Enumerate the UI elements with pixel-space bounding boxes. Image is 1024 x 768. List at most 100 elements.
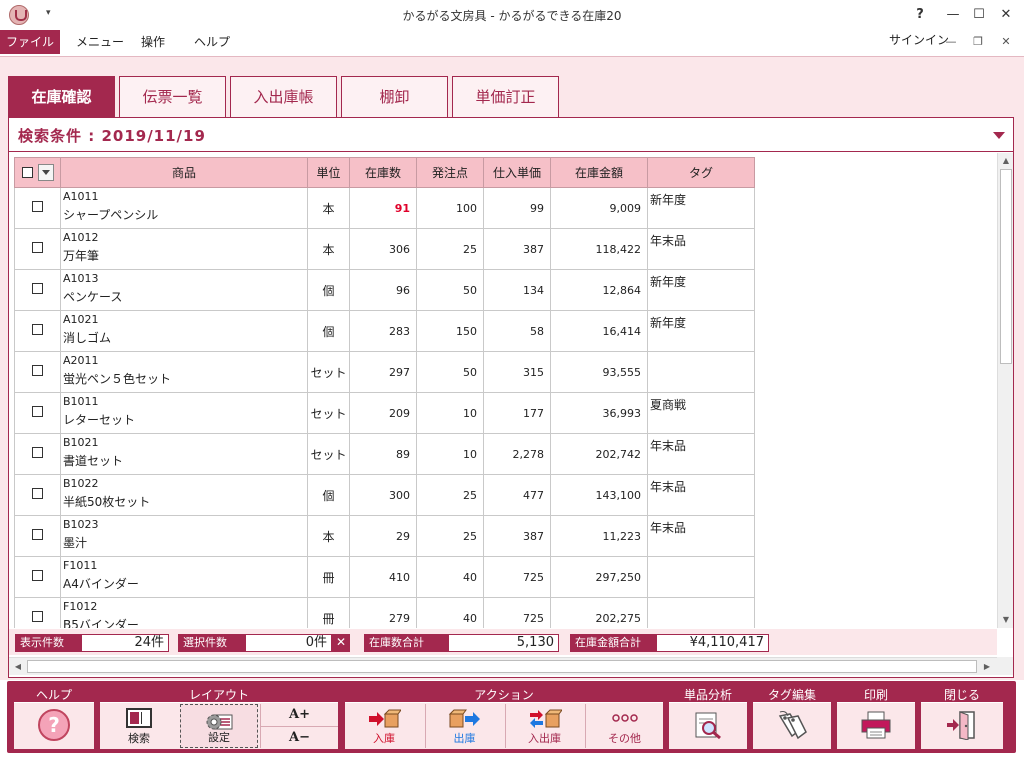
doc-minimize-button[interactable]: — [941, 33, 961, 51]
row-checkbox[interactable] [32, 611, 43, 622]
search-condition-label: 検索条件 : 2019/11/19 [18, 127, 206, 145]
search-button-label: 検索 [128, 732, 150, 745]
table-row[interactable]: A1011 シャープペンシル 本 91 100 99 9,009 新年度 [14, 187, 755, 229]
table-row[interactable]: B1021 書道セット セット 89 10 2,278 202,742 年末品 [14, 433, 755, 475]
product-cell: B1021 書道セット [60, 433, 308, 475]
table-row[interactable]: B1023 墨汁 本 29 25 387 11,223 年末品 [14, 515, 755, 557]
vertical-scrollbar[interactable]: ▲ ▼ [997, 153, 1013, 628]
product-name: 書道セット [63, 454, 124, 468]
row-checkbox[interactable] [32, 242, 43, 253]
table-row[interactable]: A1013 ペンケース 個 96 50 134 12,864 新年度 [14, 269, 755, 311]
row-checkbox[interactable] [32, 529, 43, 540]
product-cell: B1022 半紙50枚セット [60, 474, 308, 516]
maximize-button[interactable]: ☐ [968, 4, 990, 26]
font-size-down-button[interactable]: A− [260, 726, 338, 748]
tab-inout-ledger[interactable]: 入出庫帳 [230, 76, 337, 117]
column-header-stock[interactable]: 在庫数 [349, 157, 417, 188]
amount-cell: 202,742 [550, 433, 648, 475]
horizontal-scroll-thumb[interactable] [27, 660, 977, 673]
tab-stock-check[interactable]: 在庫確認 [8, 76, 115, 117]
table-row[interactable]: F1011 A4バインダー 冊 410 40 725 297,250 [14, 556, 755, 598]
row-checkbox[interactable] [32, 324, 43, 335]
row-checkbox[interactable] [32, 406, 43, 417]
menu-bar: ファイル メニュー 操作 ヘルプ サインイン — ❐ ✕ [0, 30, 1024, 54]
column-header-product[interactable]: 商品 [60, 157, 308, 188]
table-row[interactable]: A1012 万年筆 本 306 25 387 118,422 年末品 [14, 228, 755, 270]
stock-table: 商品 単位 在庫数 発注点 仕入単価 在庫金額 タグ A1011 シャープペンシル… [14, 157, 755, 628]
inout-toolbar-button[interactable]: 入出庫 [505, 704, 583, 748]
toolbar-group-tag-edit: タグ編集 [753, 687, 831, 749]
row-checkbox[interactable] [32, 570, 43, 581]
box-transfer-icon [529, 709, 562, 728]
tag-cell: 年末品 [647, 474, 755, 516]
doc-restore-button[interactable]: ❐ [968, 33, 988, 51]
tag-edit-toolbar-button[interactable] [753, 704, 831, 748]
amount-cell: 11,223 [550, 515, 648, 557]
menu-menu[interactable]: メニュー [66, 30, 134, 54]
font-size-up-button[interactable]: A+ [260, 704, 338, 726]
product-code: A2011 [63, 354, 99, 367]
other-toolbar-button[interactable]: その他 [585, 704, 663, 748]
scroll-up-icon[interactable]: ▲ [998, 153, 1014, 169]
tag-cell [647, 597, 755, 628]
column-header-reorder-point[interactable]: 発注点 [416, 157, 484, 188]
unit-cell: 本 [307, 187, 350, 229]
receive-toolbar-button[interactable]: 入庫 [345, 704, 423, 748]
close-window-button[interactable]: ✕ [995, 4, 1017, 26]
unit-cell: 個 [307, 474, 350, 516]
font-down-label: A− [289, 730, 310, 745]
horizontal-scrollbar[interactable]: ◀ ▶ [9, 657, 997, 675]
table-row[interactable]: B1022 半紙50枚セット 個 300 25 477 143,100 年末品 [14, 474, 755, 516]
settings-toolbar-button[interactable]: 設定 [180, 704, 258, 748]
bottom-toolbar: ヘルプ ? レイアウト 検索 設定 A+ A− アクション 入庫 出庫 入出庫 … [7, 681, 1016, 753]
tab-price-correction[interactable]: 単価訂正 [452, 76, 559, 117]
select-all-checkbox[interactable] [22, 167, 33, 178]
row-select-cell [14, 474, 61, 516]
tab-inventory-count[interactable]: 棚卸 [341, 76, 448, 117]
product-name: ペンケース [63, 290, 123, 304]
product-code: A1021 [63, 313, 99, 326]
menu-help[interactable]: ヘルプ [184, 30, 240, 54]
table-row[interactable]: B1011 レターセット セット 209 10 177 36,993 夏商戦 [14, 392, 755, 434]
doc-close-button[interactable]: ✕ [996, 33, 1016, 51]
stock-cell: 96 [349, 269, 417, 311]
minimize-button[interactable]: — [942, 4, 964, 26]
scroll-right-icon[interactable]: ▶ [979, 659, 995, 675]
print-toolbar-button[interactable] [837, 704, 915, 748]
amount-cell: 202,275 [550, 597, 648, 628]
analysis-toolbar-button[interactable] [669, 704, 747, 748]
group-title-analysis: 単品分析 [669, 687, 747, 703]
column-header-unit-price[interactable]: 仕入単価 [483, 157, 551, 188]
row-checkbox[interactable] [32, 283, 43, 294]
row-checkbox[interactable] [32, 447, 43, 458]
close-toolbar-button[interactable] [921, 704, 1003, 748]
tab-slip-list[interactable]: 伝票一覧 [119, 76, 226, 117]
clear-selection-button[interactable]: ✕ [332, 634, 350, 652]
help-toolbar-button[interactable]: ? [14, 704, 94, 748]
signin-link[interactable]: サインイン [889, 30, 949, 50]
exit-door-icon [947, 711, 975, 740]
scroll-down-icon[interactable]: ▼ [998, 612, 1014, 628]
chevron-down-icon[interactable] [993, 132, 1005, 139]
row-checkbox[interactable] [32, 201, 43, 212]
table-row[interactable]: A1021 消しゴム 個 283 150 58 16,414 新年度 [14, 310, 755, 352]
select-menu-dropdown-icon[interactable] [38, 164, 54, 181]
vertical-scroll-thumb[interactable] [1000, 169, 1012, 364]
box-in-icon [369, 709, 401, 728]
column-header-unit[interactable]: 単位 [307, 157, 350, 188]
help-button[interactable]: ? [909, 4, 931, 26]
search-toolbar-button[interactable]: 検索 [100, 704, 178, 748]
menu-file[interactable]: ファイル [0, 30, 60, 54]
row-checkbox[interactable] [32, 488, 43, 499]
table-row[interactable]: A2011 蛍光ペン５色セット セット 297 50 315 93,555 [14, 351, 755, 393]
table-row[interactable]: F1012 B5バインダー 冊 279 40 725 202,275 [14, 597, 755, 628]
ship-toolbar-button[interactable]: 出庫 [425, 704, 503, 748]
row-checkbox[interactable] [32, 365, 43, 376]
scroll-left-icon[interactable]: ◀ [10, 659, 26, 675]
search-condition-bar[interactable]: 検索条件 : 2019/11/19 [9, 118, 1013, 152]
column-header-stock-amount[interactable]: 在庫金額 [550, 157, 648, 188]
menu-operation[interactable]: 操作 [131, 30, 175, 54]
product-name: 半紙50枚セット [63, 495, 151, 509]
column-header-tag[interactable]: タグ [647, 157, 755, 188]
selected-count-label: 選択件数 [178, 634, 245, 652]
